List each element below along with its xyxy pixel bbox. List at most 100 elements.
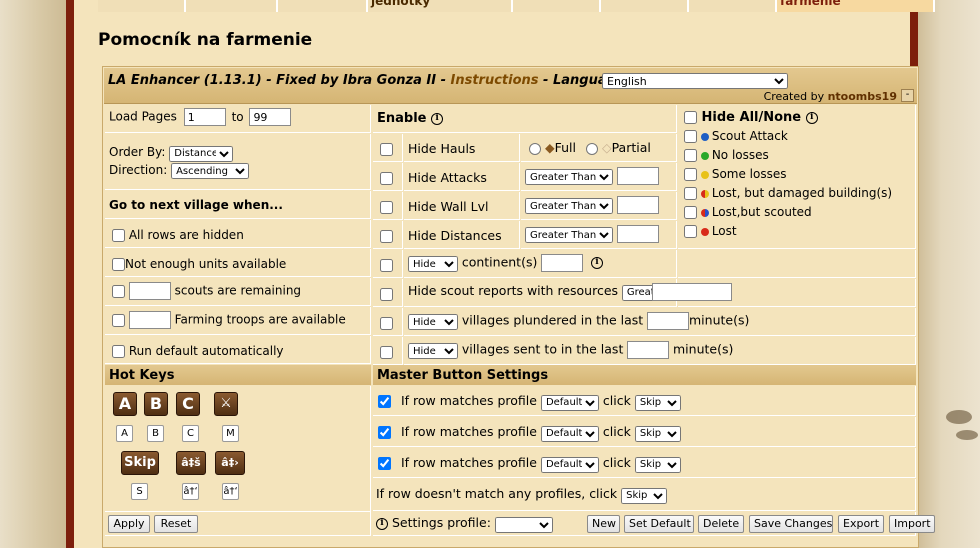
sent-minutes-input[interactable] xyxy=(627,341,670,359)
direction-select[interactable]: Ascending xyxy=(171,163,250,179)
scouts-remaining-input[interactable] xyxy=(128,282,171,300)
master-row-1-checkbox[interactable] xyxy=(378,395,391,408)
save-changes-button[interactable]: Save Changes xyxy=(749,515,833,533)
content-area: jednotky farmenie Pomocník na farmenie L… xyxy=(74,0,935,548)
hotkey-b-key[interactable]: B xyxy=(147,425,164,442)
hide-wall-comparison-select[interactable]: Greater Than xyxy=(525,198,613,214)
continent-info-icon[interactable]: i xyxy=(591,257,604,269)
master-row-1-action-select[interactable]: Skip xyxy=(634,394,681,411)
delete-profile-button[interactable]: Delete xyxy=(698,515,744,533)
settings-info-icon[interactable]: i xyxy=(376,517,388,530)
report-filter-no-losses-checkbox[interactable] xyxy=(684,149,697,162)
hide-attacks-checkbox[interactable] xyxy=(380,172,393,185)
report-filter-damaged-checkbox[interactable] xyxy=(684,187,697,200)
reset-button[interactable]: Reset xyxy=(154,515,198,533)
new-profile-button[interactable]: New xyxy=(587,515,620,533)
hide-distances-comparison-select[interactable]: Greater Than xyxy=(525,227,613,243)
full-haul-label: Full xyxy=(554,140,576,155)
skip-button[interactable]: Skip xyxy=(121,451,159,475)
tab-6[interactable] xyxy=(601,0,689,12)
hotkey-c-button[interactable]: C xyxy=(176,392,200,416)
run-default-checkbox[interactable] xyxy=(112,345,125,358)
tab-units[interactable]: jednotky xyxy=(368,0,513,12)
skip-key[interactable]: S xyxy=(131,483,148,500)
hide-hauls-checkbox[interactable] xyxy=(380,143,393,156)
scout-reports-checkbox[interactable] xyxy=(380,288,393,301)
report-filter-scout: Scout Attack xyxy=(684,127,909,146)
previous-village-button[interactable]: â‡š xyxy=(176,451,206,475)
master-no-match-row: If row doesn't match any profiles, click… xyxy=(373,479,916,511)
order-by-select[interactable]: Distance xyxy=(169,145,234,162)
language-select[interactable]: English xyxy=(602,73,788,89)
continent-hide-select[interactable]: Hide xyxy=(408,256,458,272)
master-row-2-checkbox[interactable] xyxy=(378,426,391,439)
set-default-button[interactable]: Set Default xyxy=(624,515,694,533)
plundered-minutes-input[interactable] xyxy=(647,312,689,330)
instructions-link[interactable]: Instructions xyxy=(451,73,539,88)
direction-label: Direction: xyxy=(109,162,168,177)
tab-1[interactable] xyxy=(98,0,186,12)
master-row-label: If row matches profile xyxy=(400,393,537,408)
hide-all-none-checkbox[interactable] xyxy=(684,111,697,124)
no-match-action-select[interactable]: Skip xyxy=(621,487,668,504)
full-haul-radio[interactable] xyxy=(529,142,541,155)
sent-minutes-label: minute(s) xyxy=(673,341,734,357)
report-filter-some-losses-checkbox[interactable] xyxy=(684,168,697,181)
continent-checkbox[interactable] xyxy=(380,259,393,272)
tab-3[interactable] xyxy=(278,0,368,12)
scouts-remaining-checkbox[interactable] xyxy=(112,284,125,298)
import-button[interactable]: Import xyxy=(889,515,935,533)
info-icon[interactable]: i xyxy=(431,112,444,125)
hotkey-a-key[interactable]: A xyxy=(116,425,133,442)
hotkey-c-key[interactable]: C xyxy=(182,425,199,442)
tab-7[interactable] xyxy=(689,0,777,12)
hide-distances-value-input[interactable] xyxy=(616,225,659,243)
hide-wall-label-cell: Hide Wall Lvl xyxy=(404,192,520,220)
hide-wall-checkbox[interactable] xyxy=(380,201,393,214)
all-rows-hidden-checkbox[interactable] xyxy=(112,229,125,242)
load-pages-row: Load Pages to xyxy=(105,105,371,133)
scout-reports-value-input[interactable] xyxy=(652,283,732,301)
next-village-button[interactable]: â‡› xyxy=(215,451,245,475)
master-row-3-action-select[interactable]: Skip xyxy=(634,456,681,473)
sent-hide-select[interactable]: Hide xyxy=(408,343,458,359)
hotkey-b-button[interactable]: B xyxy=(144,392,168,416)
farming-troops-input[interactable] xyxy=(128,311,171,329)
load-pages-label: Load Pages xyxy=(109,109,177,124)
continent-input[interactable] xyxy=(541,254,584,272)
sent-checkbox[interactable] xyxy=(380,346,393,359)
load-pages-to-input[interactable] xyxy=(249,108,292,126)
hide-attacks-comparison-select[interactable]: Greater Than xyxy=(525,169,613,185)
master-row-3-checkbox[interactable] xyxy=(378,457,391,470)
next-key[interactable]: â†‘ xyxy=(222,483,239,500)
apply-button[interactable]: Apply xyxy=(108,515,150,533)
report-filter-scout-checkbox[interactable] xyxy=(684,130,697,143)
plundered-hide-select[interactable]: Hide xyxy=(408,314,458,330)
hide-all-info-icon[interactable]: i xyxy=(805,111,818,124)
hide-attacks-value-input[interactable] xyxy=(616,167,659,185)
farming-troops-checkbox[interactable] xyxy=(112,313,125,327)
tab-2[interactable] xyxy=(186,0,278,12)
credit-author[interactable]: ntoombs19 xyxy=(828,90,897,103)
master-row-2-profile-select[interactable]: Default xyxy=(540,425,599,442)
previous-key[interactable]: â†‘ xyxy=(182,483,199,500)
report-filter-lost-scouted-checkbox[interactable] xyxy=(684,206,697,219)
not-enough-units-checkbox[interactable] xyxy=(112,258,125,271)
master-row-1-profile-select[interactable]: Default xyxy=(540,394,599,411)
plundered-checkbox[interactable] xyxy=(380,317,393,330)
settings-profile-select[interactable] xyxy=(494,516,553,533)
tab-5[interactable] xyxy=(513,0,601,12)
hotkey-a-button[interactable]: A xyxy=(113,392,137,416)
hide-wall-value-input[interactable] xyxy=(616,196,659,214)
hotkey-m-key[interactable]: M xyxy=(222,425,239,442)
master-row-2-action-select[interactable]: Skip xyxy=(634,425,681,442)
partial-haul-radio[interactable] xyxy=(585,142,598,155)
report-filter-lost-checkbox[interactable] xyxy=(684,225,697,238)
tab-farming[interactable]: farmenie xyxy=(777,0,935,12)
export-button[interactable]: Export xyxy=(838,515,884,533)
report-icon-button[interactable]: ⚔ xyxy=(214,392,238,416)
master-row-3-profile-select[interactable]: Default xyxy=(540,456,599,473)
minimize-button[interactable]: - xyxy=(901,89,914,102)
hide-distances-checkbox[interactable] xyxy=(380,230,393,243)
load-pages-from-input[interactable] xyxy=(183,108,226,126)
